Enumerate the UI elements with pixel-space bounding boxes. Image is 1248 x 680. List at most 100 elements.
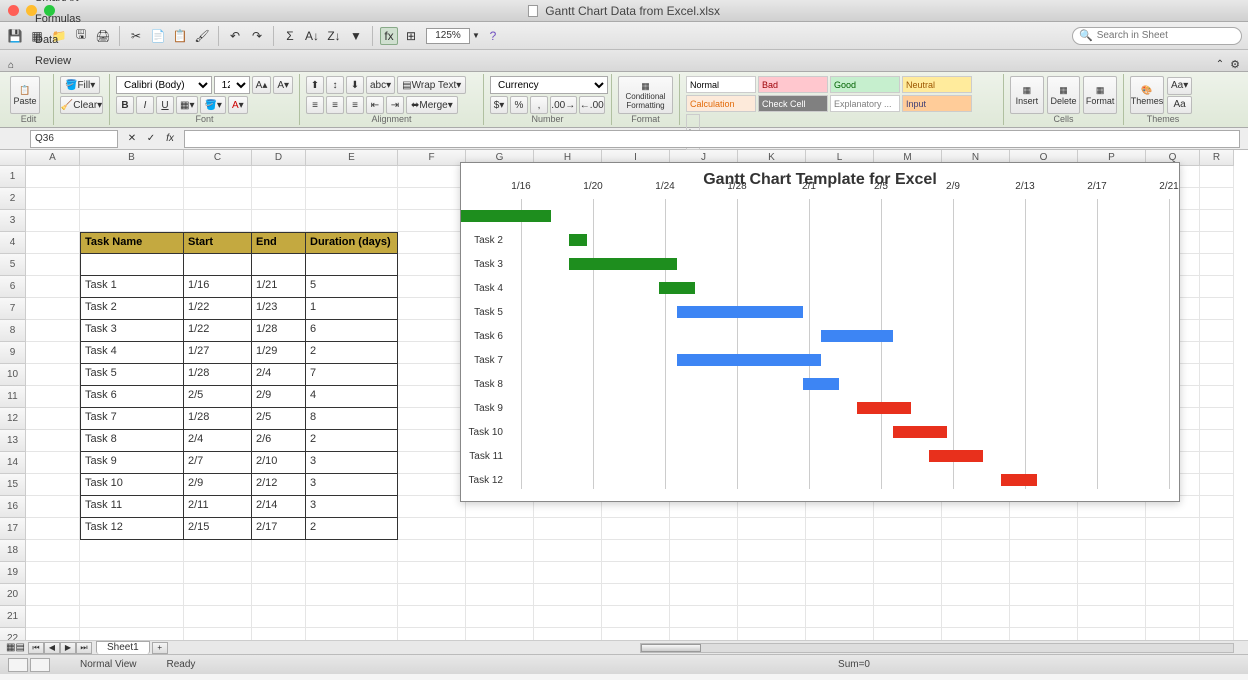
cell[interactable] bbox=[534, 562, 602, 584]
cell[interactable] bbox=[738, 518, 806, 540]
cell[interactable] bbox=[534, 628, 602, 640]
cell[interactable] bbox=[602, 584, 670, 606]
cell[interactable]: Task 4 bbox=[80, 342, 184, 364]
cell[interactable] bbox=[670, 584, 738, 606]
cell[interactable] bbox=[466, 606, 534, 628]
sort-asc-icon[interactable]: A↓ bbox=[303, 27, 321, 45]
cell[interactable] bbox=[602, 562, 670, 584]
cell[interactable] bbox=[1200, 298, 1234, 320]
cell[interactable] bbox=[738, 540, 806, 562]
cell[interactable] bbox=[398, 408, 466, 430]
cell-style-neutral[interactable]: Neutral bbox=[902, 76, 972, 93]
column-header[interactable]: R bbox=[1200, 150, 1234, 166]
cell[interactable] bbox=[306, 540, 398, 562]
cell[interactable]: 1 bbox=[306, 298, 398, 320]
cell[interactable] bbox=[534, 518, 602, 540]
cell[interactable]: 1/22 bbox=[184, 298, 252, 320]
cell[interactable]: Task Name bbox=[80, 232, 184, 254]
cell[interactable] bbox=[306, 628, 398, 640]
search-box[interactable]: 🔍 bbox=[1072, 27, 1242, 45]
cell[interactable] bbox=[184, 188, 252, 210]
cell[interactable] bbox=[1200, 166, 1234, 188]
cell[interactable]: 1/29 bbox=[252, 342, 306, 364]
cell[interactable]: Duration (days) bbox=[306, 232, 398, 254]
cell[interactable]: 4 bbox=[306, 386, 398, 408]
cell[interactable] bbox=[80, 166, 184, 188]
cell[interactable] bbox=[26, 166, 80, 188]
column-header[interactable]: A bbox=[26, 150, 80, 166]
sort-desc-icon[interactable]: Z↓ bbox=[325, 27, 343, 45]
column-header[interactable]: F bbox=[398, 150, 466, 166]
cell[interactable] bbox=[806, 562, 874, 584]
indent-decrease-icon[interactable]: ⇤ bbox=[366, 96, 384, 114]
filter-icon[interactable]: ▼ bbox=[347, 27, 365, 45]
cell[interactable] bbox=[184, 254, 252, 276]
cell[interactable] bbox=[398, 606, 466, 628]
cell[interactable] bbox=[1200, 342, 1234, 364]
gantt-chart[interactable]: Gantt Chart Template for Excel 1/161/201… bbox=[460, 162, 1180, 502]
zoom-level[interactable]: 125% bbox=[426, 28, 470, 44]
cell[interactable]: 2/10 bbox=[252, 452, 306, 474]
formula-input[interactable] bbox=[184, 130, 1240, 148]
cell[interactable]: 7 bbox=[306, 364, 398, 386]
page-layout-view-button[interactable] bbox=[30, 658, 50, 672]
cell[interactable] bbox=[874, 584, 942, 606]
cell[interactable] bbox=[942, 606, 1010, 628]
indent-increase-icon[interactable]: ⇥ bbox=[386, 96, 404, 114]
row-header[interactable]: 16 bbox=[0, 496, 26, 518]
fill-button[interactable]: 🪣 Fill ▾ bbox=[60, 76, 100, 94]
cell[interactable] bbox=[1200, 628, 1234, 640]
cell[interactable]: 1/28 bbox=[184, 408, 252, 430]
cell[interactable] bbox=[26, 474, 80, 496]
cell[interactable]: Task 12 bbox=[80, 518, 184, 540]
cell[interactable] bbox=[1146, 540, 1200, 562]
bold-button[interactable]: B bbox=[116, 96, 134, 114]
cell[interactable] bbox=[252, 254, 306, 276]
add-sheet-button[interactable]: + bbox=[152, 642, 168, 654]
cell[interactable] bbox=[398, 320, 466, 342]
percent-icon[interactable]: % bbox=[510, 96, 528, 114]
row-header[interactable]: 12 bbox=[0, 408, 26, 430]
cell[interactable] bbox=[1010, 584, 1078, 606]
cell[interactable] bbox=[306, 188, 398, 210]
cell[interactable] bbox=[806, 606, 874, 628]
search-input[interactable] bbox=[1097, 30, 1235, 41]
themes-button[interactable]: 🎨Themes bbox=[1130, 76, 1164, 114]
print-icon[interactable]: 🖨 bbox=[94, 27, 112, 45]
cell[interactable] bbox=[252, 188, 306, 210]
cell[interactable] bbox=[534, 540, 602, 562]
increase-decimal-icon[interactable]: .00→ bbox=[550, 96, 577, 114]
cell[interactable] bbox=[26, 276, 80, 298]
cell[interactable] bbox=[670, 628, 738, 640]
cell[interactable]: 2/5 bbox=[184, 386, 252, 408]
cell[interactable] bbox=[184, 210, 252, 232]
currency-icon[interactable]: $▾ bbox=[490, 96, 508, 114]
ribbon-collapse-icon[interactable]: ⌃ bbox=[1216, 59, 1224, 70]
cell[interactable] bbox=[398, 276, 466, 298]
cell[interactable] bbox=[534, 606, 602, 628]
cell[interactable] bbox=[252, 584, 306, 606]
column-header[interactable]: D bbox=[252, 150, 306, 166]
autosum-icon[interactable]: Σ bbox=[281, 27, 299, 45]
cell[interactable] bbox=[1200, 232, 1234, 254]
cell[interactable] bbox=[398, 232, 466, 254]
cell[interactable] bbox=[26, 254, 80, 276]
cell[interactable]: 2/11 bbox=[184, 496, 252, 518]
cell[interactable]: 3 bbox=[306, 496, 398, 518]
undo-icon[interactable]: ↶ bbox=[226, 27, 244, 45]
cell[interactable] bbox=[252, 166, 306, 188]
cell[interactable]: 2/5 bbox=[252, 408, 306, 430]
cell[interactable] bbox=[1200, 364, 1234, 386]
gantt-bar[interactable] bbox=[929, 450, 983, 462]
fx-icon[interactable]: fx bbox=[380, 27, 398, 45]
underline-button[interactable]: U bbox=[156, 96, 174, 114]
cell[interactable] bbox=[874, 628, 942, 640]
row-header[interactable]: 15 bbox=[0, 474, 26, 496]
cell[interactable] bbox=[398, 386, 466, 408]
cell[interactable] bbox=[1146, 518, 1200, 540]
cell[interactable] bbox=[466, 628, 534, 640]
menu-icon[interactable]: ⌂ bbox=[8, 60, 22, 71]
row-header[interactable]: 17 bbox=[0, 518, 26, 540]
cell[interactable] bbox=[1200, 254, 1234, 276]
number-format-select[interactable]: Currency bbox=[490, 76, 608, 94]
